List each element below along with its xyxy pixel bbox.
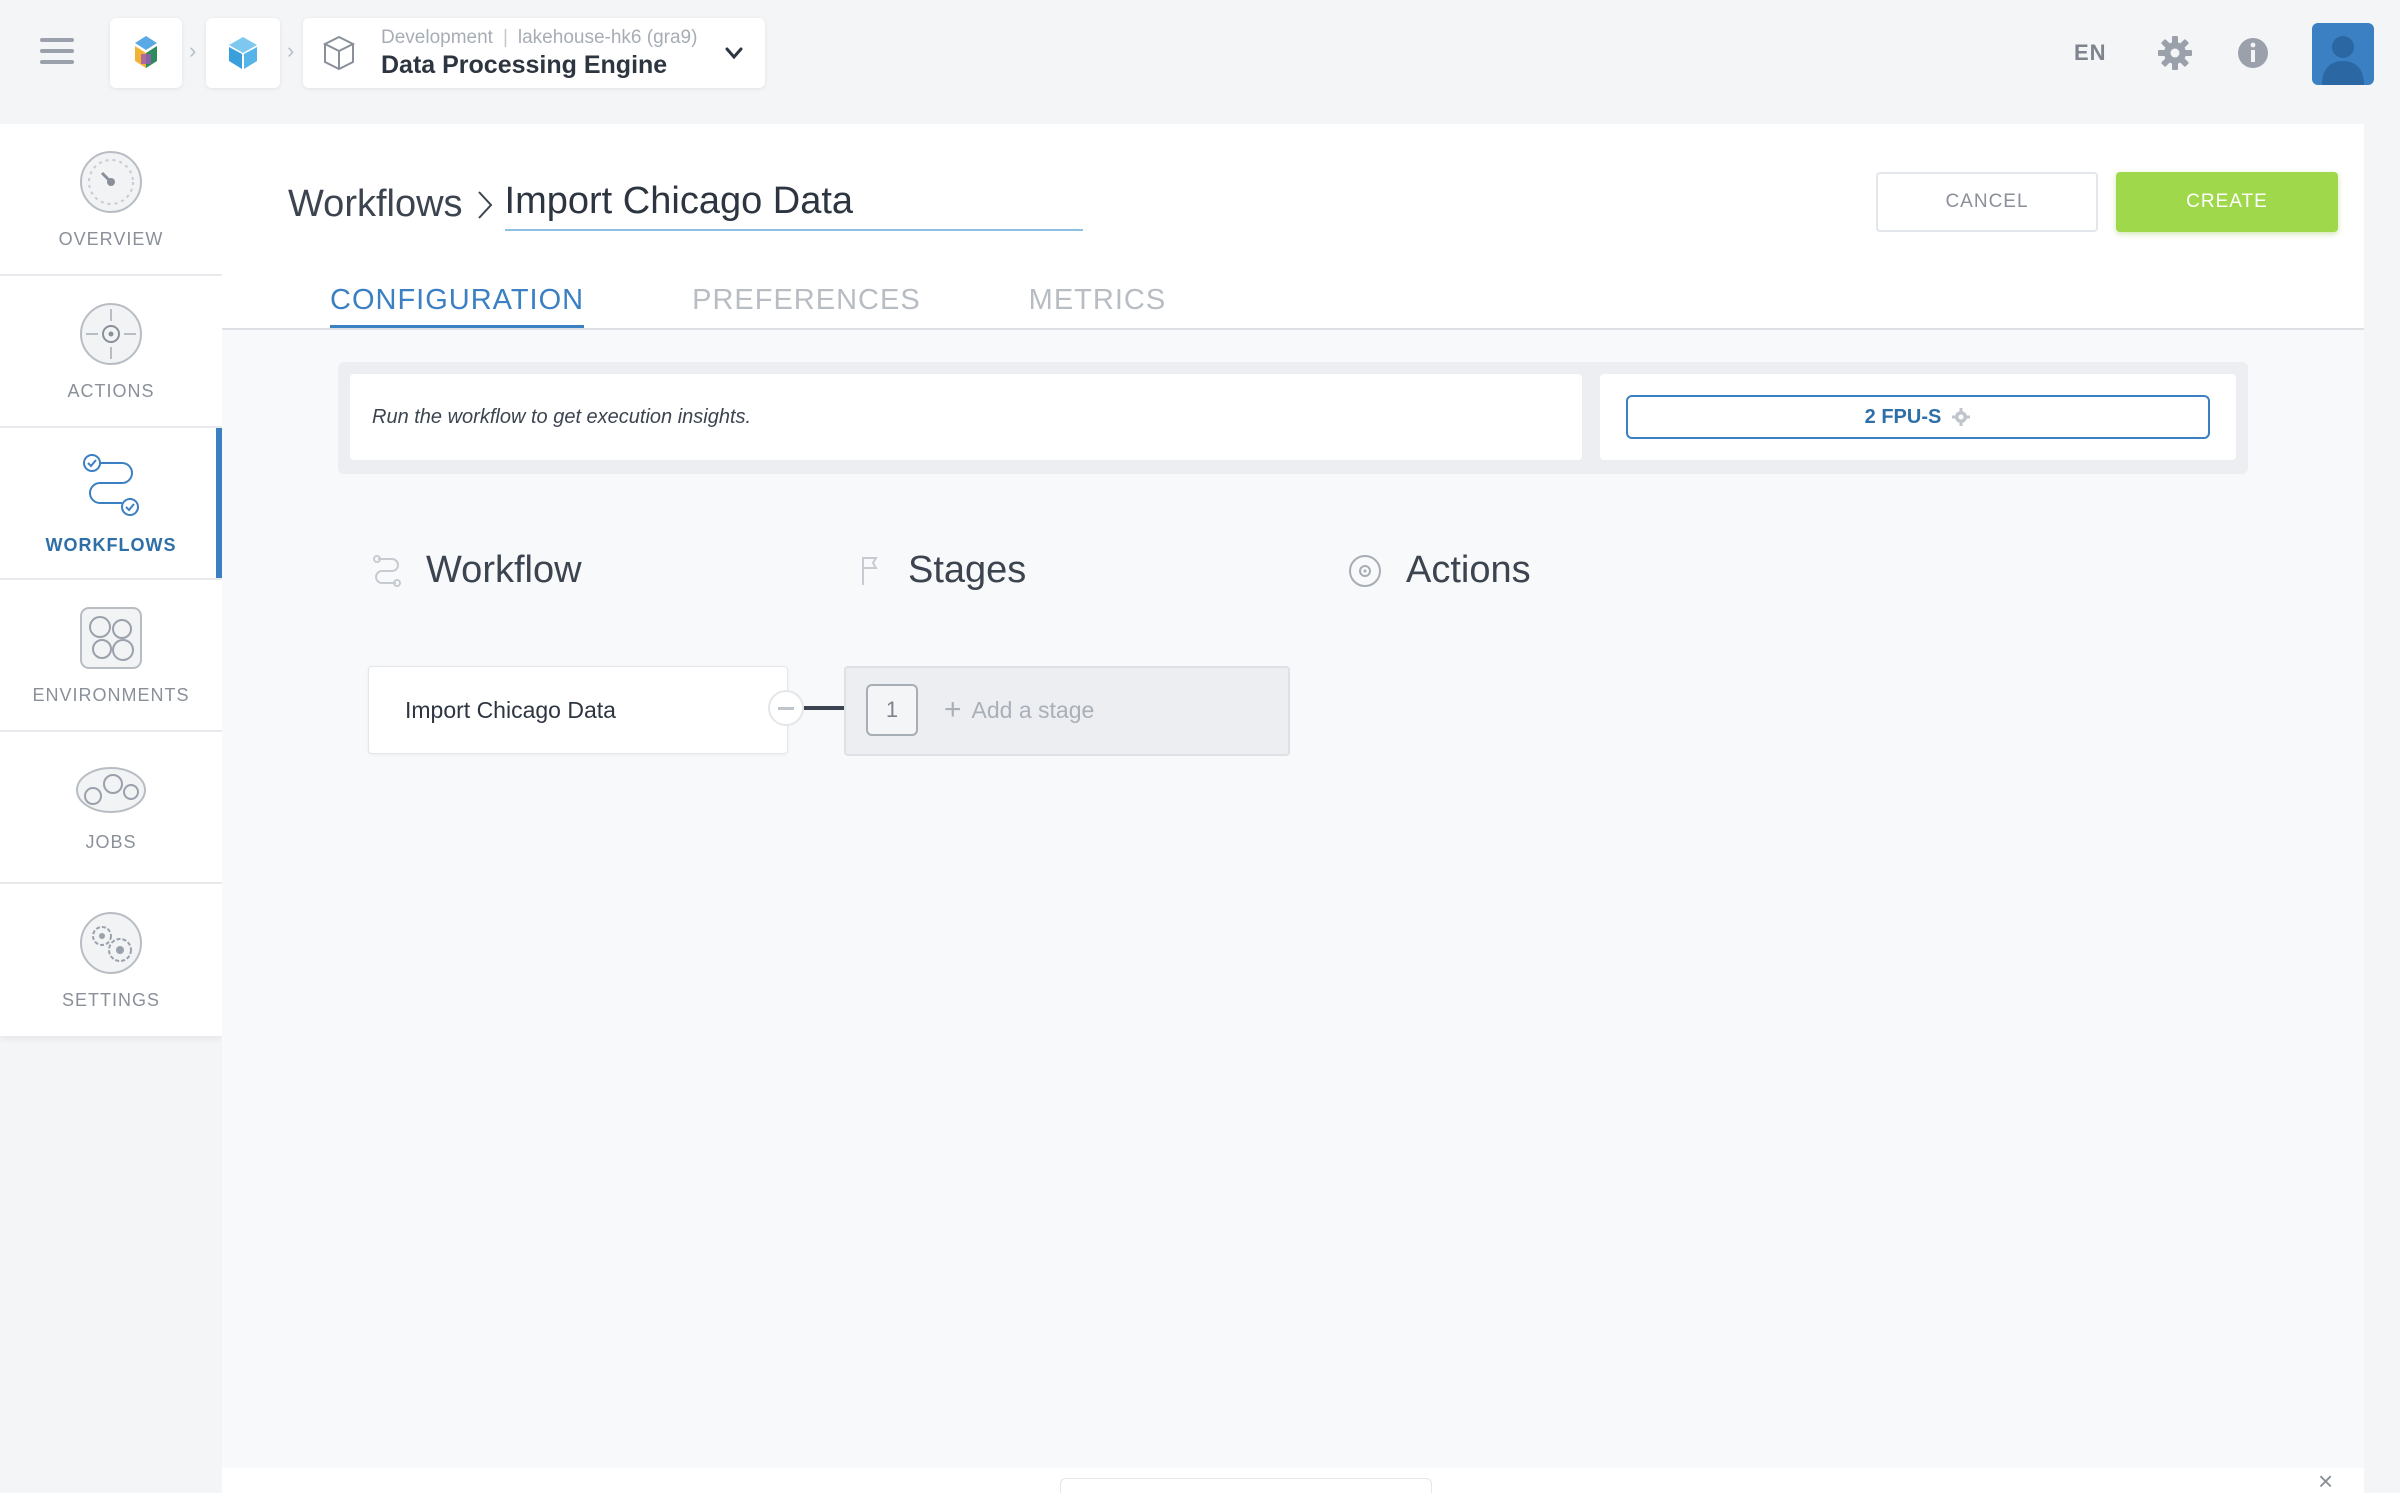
stage-number-badge: 1 [866, 684, 918, 736]
tab-preferences[interactable]: PREFERENCES [692, 284, 921, 328]
fpu-label: 2 FPU-S [1864, 405, 1942, 428]
cube-icon [229, 37, 257, 69]
fpu-container: 2 FPU-S [1600, 374, 2236, 460]
sidebar-item-label: SETTINGS [61, 989, 160, 1010]
info-icon[interactable] [2234, 34, 2272, 72]
info-message-text: Run the workflow to get execution insigh… [372, 405, 752, 428]
workflow-icon [83, 453, 139, 516]
sidebar-item-workflows[interactable]: WORKFLOWS [0, 428, 222, 580]
hamburger-menu-icon[interactable] [40, 38, 74, 68]
sidebar-item-settings[interactable]: SETTINGS [0, 884, 222, 1036]
add-stage-label: Add a stage [971, 696, 1095, 723]
sidebar-item-label: ENVIRONMENTS [32, 684, 190, 705]
box-outline-icon [322, 35, 356, 71]
target-small-icon [1349, 554, 1381, 587]
cancel-button[interactable]: CANCEL [1876, 172, 2098, 232]
settings-icon [80, 911, 142, 974]
stages-column-header: Stages [858, 549, 1026, 592]
sidebar-item-label: ACTIONS [67, 380, 155, 401]
workflow-card-label: Import Chicago Data [405, 696, 616, 723]
app-logo-icon [135, 36, 157, 68]
info-strip: Run the workflow to get execution insigh… [338, 362, 2248, 474]
stage-slot[interactable]: 1 + Add a stage [844, 666, 1290, 756]
project-cluster: lakehouse-hk6 (gra9) [517, 26, 698, 48]
small-gear-icon [1952, 408, 1971, 426]
tab-configuration[interactable]: CONFIGURATION [330, 284, 585, 328]
user-silhouette-icon [2322, 36, 2364, 85]
gear-icon[interactable] [2156, 34, 2194, 72]
sidebar-item-environments[interactable]: ENVIRONMENTS [0, 580, 222, 732]
bottom-drawer-handle[interactable] [1060, 1478, 1432, 1493]
breadcrumb-separator: › [189, 38, 197, 63]
collapse-minus-button[interactable] [768, 690, 804, 726]
language-selector[interactable]: EN [2074, 40, 2107, 66]
workflow-card[interactable]: Import Chicago Data [368, 666, 788, 754]
app-logo-button[interactable] [110, 18, 182, 88]
sidebar-item-label: JOBS [85, 831, 137, 852]
sidebar: OVERVIEW ACTIONS WORKFLOWS ENVIRONMENTS … [0, 124, 222, 1036]
workflow-column-header: Workflow [372, 549, 582, 592]
chevron-right-icon [477, 190, 492, 219]
chevron-down-icon[interactable] [723, 42, 745, 64]
execution-insights-message: Run the workflow to get execution insigh… [350, 374, 1582, 460]
workflow-name-input[interactable] [504, 178, 1083, 231]
project-selector[interactable]: Development | lakehouse-hk6 (gra9) Data … [303, 18, 765, 88]
sidebar-item-jobs[interactable]: JOBS [0, 732, 222, 884]
plus-icon: + [944, 693, 962, 726]
close-icon[interactable]: × [2318, 1466, 2333, 1493]
breadcrumb: Workflows [288, 178, 1083, 231]
sidebar-item-actions[interactable]: ACTIONS [0, 276, 222, 428]
user-avatar[interactable] [2312, 23, 2374, 85]
sidebar-item-overview[interactable]: OVERVIEW [0, 124, 222, 276]
breadcrumb-workflows-link[interactable]: Workflows [288, 183, 463, 226]
actions-column-header: Actions [1348, 549, 1531, 592]
project-environment: Development [381, 26, 493, 48]
bottom-drawer-bar [222, 1468, 2364, 1493]
fpu-button[interactable]: 2 FPU-S [1626, 395, 2210, 439]
gauge-icon [80, 150, 142, 213]
flag-icon [862, 556, 878, 585]
main-panel: Workflows CANCEL CREATE CONFIGURATION PR… [222, 124, 2364, 1469]
project-name: Data Processing Engine [381, 50, 668, 79]
workflow-small-icon [373, 554, 401, 587]
product-cube-button[interactable] [206, 18, 280, 88]
environment-icon [80, 606, 142, 669]
workflow-column-title: Workflow [426, 549, 582, 591]
panel-header: Workflows CANCEL CREATE CONFIGURATION PR… [222, 124, 2364, 330]
add-stage-button[interactable]: + Add a stage [944, 693, 1095, 726]
actions-column-title: Actions [1406, 549, 1531, 591]
top-bar: › › Development | lakehouse-hk6 (gra9) D… [0, 0, 2400, 108]
sidebar-item-label: WORKFLOWS [45, 534, 177, 555]
target-icon [80, 302, 142, 365]
breadcrumb-separator: › [287, 38, 295, 63]
sidebar-item-label: OVERVIEW [58, 228, 164, 249]
jobs-icon [76, 766, 146, 813]
workflow-stage-connector [804, 706, 848, 710]
tab-metrics[interactable]: METRICS [1029, 284, 1167, 328]
minus-icon [778, 706, 794, 710]
stages-column-title: Stages [908, 549, 1027, 591]
tab-bar: CONFIGURATION PREFERENCES METRICS [330, 284, 1274, 328]
create-button[interactable]: CREATE [2116, 172, 2338, 232]
